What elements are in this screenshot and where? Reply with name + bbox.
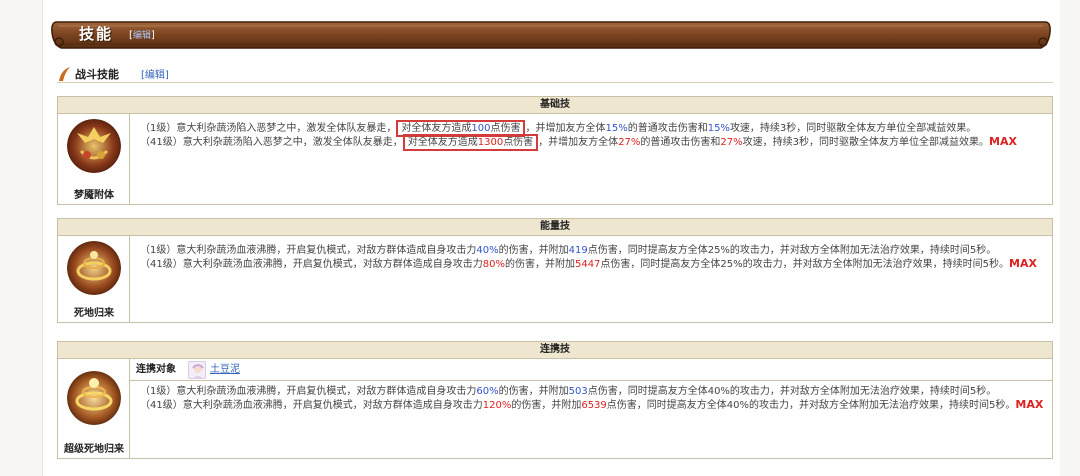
damage-value: 419 [568,245,588,256]
desc-text: 点伤害 [490,123,521,134]
desc-text: 点伤害 [503,137,534,148]
percent-value: 15% [707,123,730,134]
level-label: （41级） [140,259,183,270]
max-badge: MAX [1015,398,1044,411]
nightmare-skill-icon [67,119,121,173]
subsection-marker-icon [59,67,70,81]
skill-table-combo: 连携技 超级死地归来 连携对象 土豆泥 （1级）意大利杂蔬汤血液沸腾，开启复仇模… [57,341,1053,459]
skill-level-1: （1级）意大利杂蔬汤血液沸腾，开启复仇模式，对敌方群体造成自身攻击力60%的伤害… [140,385,1046,398]
skill-table-energy: 能量技 死地归来 （1级）意大利杂蔬汤血液沸腾，开启复仇模式，对敌方群体造成自身… [57,218,1053,323]
subsection-edit-link[interactable]: [编辑] [141,70,169,81]
banner-background [51,21,1051,49]
skill-category: 连携技 [58,342,1052,359]
section-edit-link[interactable]: 编辑 [133,31,151,41]
section-title: 技能 [79,25,114,43]
skill-name: 死地归来 [74,308,114,319]
combo-partner-row: 连携对象 土豆泥 [130,359,1052,381]
percent-value: 120% [482,400,512,411]
return-skill-icon [67,241,121,295]
combo-partner-link[interactable]: 土豆泥 [210,363,240,376]
level-label: （41级） [140,137,183,148]
desc-text: 意大利杂蔬汤血液沸腾，开启复仇模式，对敌方群体造成自身攻击力 [176,386,477,397]
desc-text: ，并增加友方全体 [525,123,606,134]
skill-description: （1级）意大利杂蔬汤血液沸腾，开启复仇模式，对敌方群体造成自身攻击力40%的伤害… [130,236,1052,322]
desc-text: 意大利杂蔬汤陷入恶梦之中，激发全体队友暴走， [182,137,403,148]
percent-value: 15% [605,123,628,134]
damage-value: 5447 [574,259,601,270]
subsection-edit: [编辑] [141,66,169,81]
skill-description: 连携对象 土豆泥 （1级）意大利杂蔬汤血液沸腾，开启复仇模式，对敌方群体造成自身… [130,359,1052,458]
page-content: 技能 [编辑] 战斗技能 [编辑] 基础技 梦魇附体 （1级）意大利杂蔬汤陷入恶… [42,0,1060,476]
desc-text: 攻速，持续3秒，同时驱散全体友方单位全部减益效果。 [742,137,990,148]
skill-name: 梦魇附体 [74,190,114,201]
desc-text: ，并增加友方全体 [538,137,619,148]
skill-level-41: （41级）意大利杂蔬汤血液沸腾，开启复仇模式，对敌方群体造成自身攻击力120%的… [140,398,1046,412]
skill-icon-cell: 超级死地归来 [58,359,130,458]
skill-category: 基础技 [58,97,1052,114]
level-label: （1级） [140,245,177,256]
skill-icon-cell: 死地归来 [58,236,130,322]
bracket-close: ] [150,30,155,41]
desc-text: 意大利杂蔬汤血液沸腾，开启复仇模式，对敌方群体造成自身攻击力 [176,245,477,256]
desc-text: 的伤害，并附加 [498,386,569,397]
desc-text: 意大利杂蔬汤血液沸腾，开启复仇模式，对敌方群体造成自身攻击力 [182,400,483,411]
damage-value: 6539 [581,400,607,411]
desc-text: 对全体友方造成 [407,137,478,148]
desc-text: 的普通攻击伤害和 [627,123,708,134]
skill-level-41: （41级）意大利杂蔬汤陷入恶梦之中，激发全体队友暴走， 对全体友方造成1300点伤… [140,134,1046,151]
desc-text: 的伤害，并附加 [504,259,575,270]
desc-text: 点伤害，同时提高友方全体25%的攻击力，并对敌方全体附加无法治疗效果，持续时间5… [587,245,997,256]
damage-value: 100 [471,123,491,134]
skill-level-1: （1级）意大利杂蔬汤陷入恶梦之中，激发全体队友暴走， 对全体友方造成100点伤害 ，… [140,120,1046,137]
highlight-box: 对全体友方造成1300点伤害 [402,134,539,151]
percent-value: 80% [482,259,505,270]
desc-text: 的伤害，并附加 [498,245,569,256]
desc-text: 的伤害，并附加 [511,400,582,411]
combo-partner-label: 连携对象 [136,364,176,375]
skill-table-basic: 基础技 梦魇附体 （1级）意大利杂蔬汤陷入恶梦之中，激发全体队友暴走， 对全体友方… [57,96,1053,205]
super-return-skill-icon [67,371,121,425]
max-badge: MAX [1009,257,1037,270]
subsection-title: 战斗技能 [75,68,119,81]
desc-text: 对全体友方造成 [401,123,472,134]
percent-value: 40% [476,245,499,256]
partner-avatar[interactable] [188,360,206,379]
desc-text: 意大利杂蔬汤血液沸腾，开启复仇模式，对敌方群体造成自身攻击力 [182,259,483,270]
percent-value: 60% [476,386,499,397]
skill-level-1: （1级）意大利杂蔬汤血液沸腾，开启复仇模式，对敌方群体造成自身攻击力40%的伤害… [140,244,1046,257]
subsection-header: 战斗技能 [编辑] [57,63,1053,83]
damage-value: 503 [568,386,588,397]
section-banner: 技能 [编辑] [49,18,1053,52]
skill-description: （1级）意大利杂蔬汤陷入恶梦之中，激发全体队友暴走， 对全体友方造成100点伤害，… [130,114,1052,204]
damage-value: 1300 [477,137,504,148]
skill-category: 能量技 [58,219,1052,236]
desc-text: 点伤害，同时提高友方全体40%的攻击力，并对敌方全体附加无法治疗效果，持续时间5… [587,386,997,397]
level-label: （41级） [140,400,183,411]
skill-icon-cell: 梦魇附体 [58,114,130,204]
desc-text: 意大利杂蔬汤陷入恶梦之中，激发全体队友暴走， [176,123,397,134]
level-label: （1级） [140,123,177,134]
percent-value: 27% [720,137,743,148]
percent-value: 27% [618,137,641,148]
desc-text: 点伤害，同时提高友方全体25%的攻击力，并对敌方全体附加无法治疗效果，持续时间5… [600,259,1010,270]
desc-text: 的普通攻击伤害和 [640,137,721,148]
section-edit: [编辑] [129,28,155,41]
skill-level-41: （41级）意大利杂蔬汤血液沸腾，开启复仇模式，对敌方群体造成自身攻击力80%的伤… [140,257,1046,271]
level-label: （1级） [140,386,177,397]
desc-text: 攻速，持续3秒，同时驱散全体友方单位全部减益效果。 [729,123,977,134]
desc-text: 点伤害，同时提高友方全体40%的攻击力，并对敌方全体附加无法治疗效果，持续时间5… [606,400,1016,411]
max-badge: MAX [989,135,1017,148]
skill-name: 超级死地归来 [64,444,124,455]
